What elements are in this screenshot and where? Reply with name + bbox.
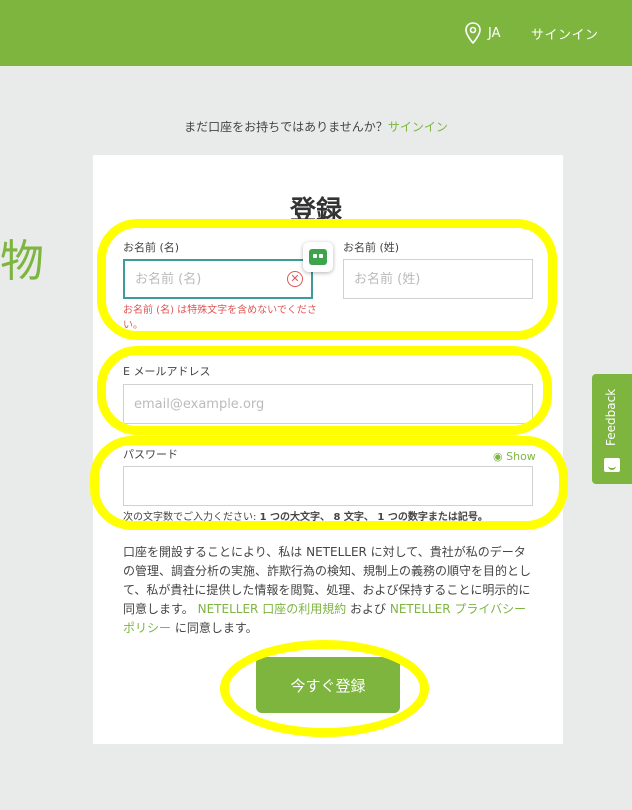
password-label: パスワード	[123, 448, 178, 461]
smiley-icon	[604, 458, 620, 472]
show-password-toggle[interactable]: ◉ Show	[493, 450, 536, 463]
feedback-label: Feedback	[604, 388, 618, 446]
email-label: E メールアドレス	[123, 365, 211, 378]
clear-icon[interactable]: ✕	[287, 271, 303, 287]
terms-of-use-link[interactable]: NETELLER 口座の利用規約	[198, 602, 347, 616]
password-hint-rule: 1 つの大文字、 8 文字、 1 つの数字または記号。	[259, 512, 488, 523]
account-prompt-text: まだ口座をお持ちではありませんか？	[184, 120, 388, 134]
last-name-label: お名前 (姓)	[343, 241, 400, 254]
page-title: 登録	[289, 196, 342, 226]
signin-link[interactable]: サインイン	[388, 120, 448, 134]
password-hint-prefix: 次の文字数でご入力ください:	[123, 512, 260, 523]
location-pin-icon	[465, 22, 481, 44]
email-field-wrapper	[123, 384, 533, 424]
terms-text: 口座を開設することにより、私は NETELLER に対して、貴社が私のデータの管…	[123, 543, 535, 638]
terms-text-2: および	[346, 602, 390, 616]
account-prompt: まだ口座をお持ちではありませんか？サインイン	[0, 118, 632, 135]
password-field-wrapper	[123, 466, 533, 506]
last-name-input[interactable]	[354, 271, 532, 287]
last-name-field-wrapper	[343, 259, 533, 299]
background-character: 物	[0, 236, 44, 287]
terms-text-3: に同意します。	[171, 621, 258, 635]
header-signin-link[interactable]: サインイン	[531, 24, 599, 43]
password-input[interactable]	[134, 478, 532, 494]
first-name-label: お名前 (名)	[123, 241, 180, 254]
robot-icon	[309, 249, 327, 265]
autofill-badge[interactable]	[303, 242, 333, 272]
first-name-field-wrapper: ✕	[123, 259, 313, 299]
feedback-tab[interactable]: Feedback	[592, 374, 632, 484]
show-password-label: Show	[506, 450, 536, 463]
register-now-button[interactable]: 今すぐ登録	[256, 657, 400, 713]
password-hint: 次の文字数でご入力ください: 1 つの大文字、 8 文字、 1 つの数字または記…	[123, 508, 488, 523]
first-name-input[interactable]	[135, 271, 311, 287]
first-name-error: お名前 (名) は特殊文字を含めないでください。	[123, 305, 317, 331]
email-input[interactable]	[134, 396, 532, 412]
language-code: JA	[488, 25, 501, 41]
language-selector[interactable]: JA	[464, 22, 501, 44]
